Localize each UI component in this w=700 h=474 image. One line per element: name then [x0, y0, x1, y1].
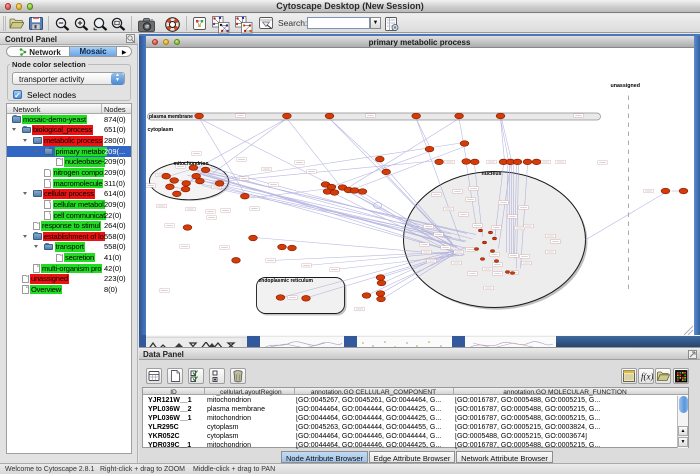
svg-text:unassigned: unassigned	[610, 83, 639, 89]
svg-text:f(x): f(x)	[641, 372, 653, 382]
svg-text:cytoplasm: cytoplasm	[147, 127, 173, 133]
svg-text:endoplasmic reticulum: endoplasmic reticulum	[258, 278, 313, 284]
svg-text:nucleus: nucleus	[481, 171, 501, 177]
svg-text:plasma membrane: plasma membrane	[149, 114, 193, 120]
svg-text:mitochondrion: mitochondrion	[173, 161, 208, 167]
